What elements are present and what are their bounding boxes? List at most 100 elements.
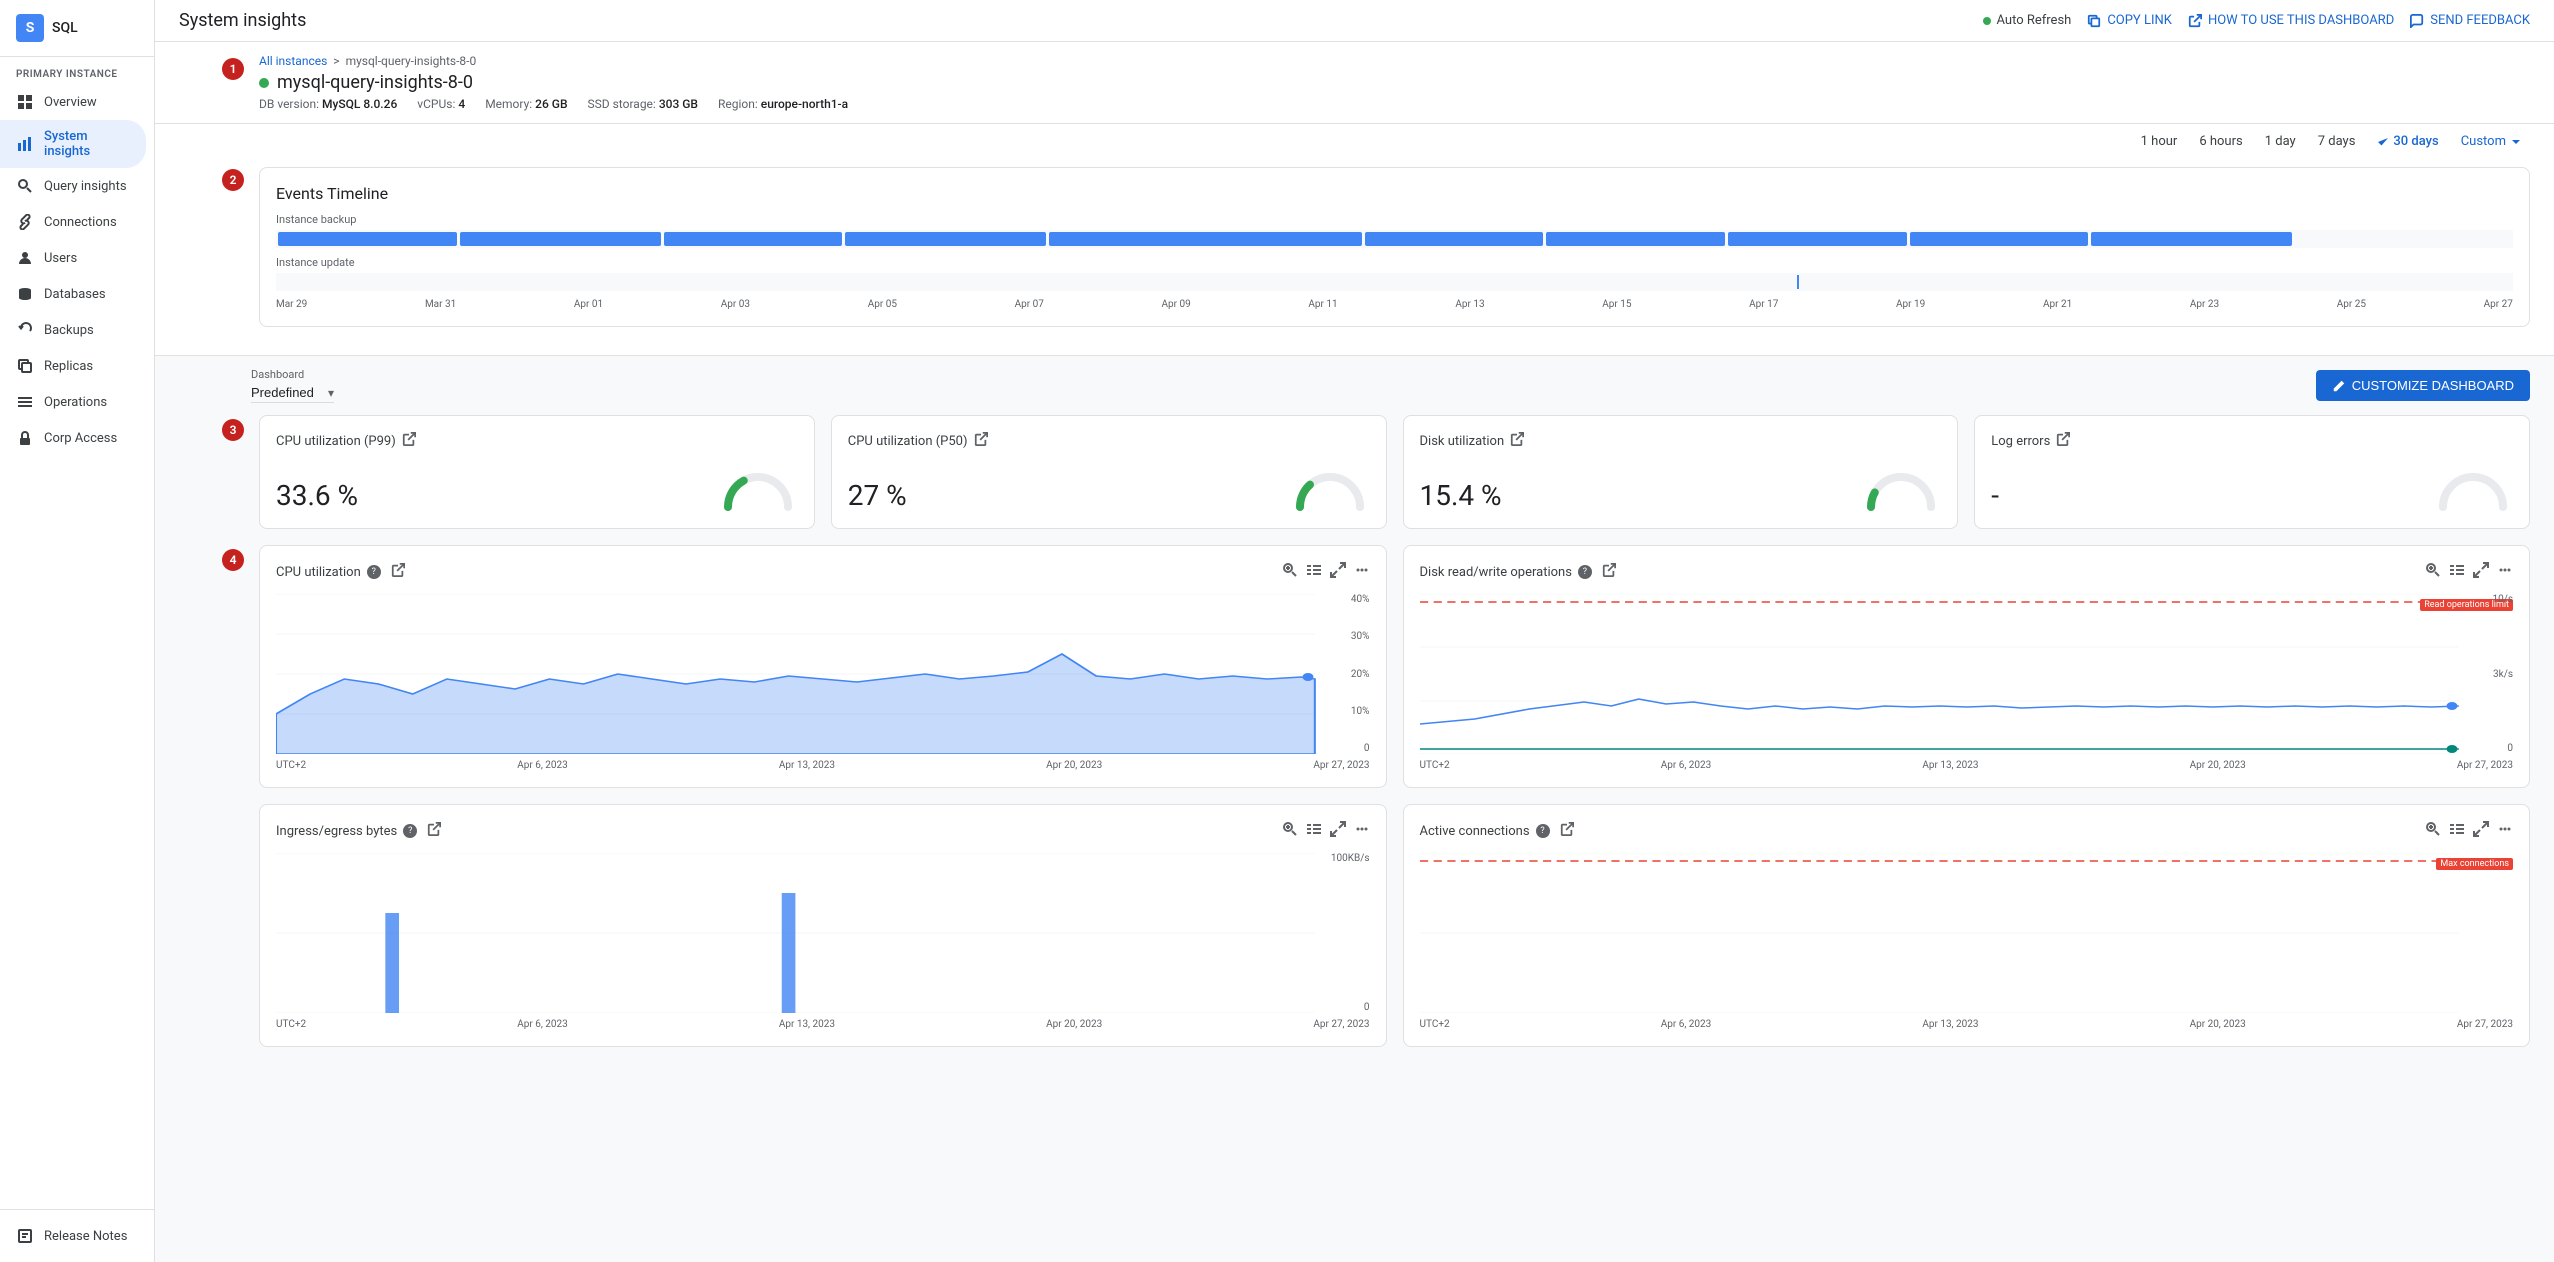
expand-icon[interactable]	[1330, 562, 1346, 582]
time-btn-custom[interactable]: Custom	[2453, 132, 2530, 151]
disk-x-apr13: Apr 13, 2023	[1922, 760, 1978, 771]
ingress-chart-info-icon[interactable]: ?	[403, 824, 417, 838]
chart-cpu-header: CPU utilization ?	[276, 562, 1370, 582]
connections-chart-info-icon[interactable]: ?	[1536, 824, 1550, 838]
sidebar-item-release-notes[interactable]: Release Notes	[0, 1218, 146, 1254]
logo-icon: S	[16, 14, 44, 42]
disk-share-icon2[interactable]	[1602, 563, 1616, 581]
ingress-x-apr20: Apr 20, 2023	[1046, 1019, 1102, 1030]
connections-share-icon[interactable]	[1560, 822, 1574, 840]
sidebar-item-connections[interactable]: Connections	[0, 204, 146, 240]
legend-icon-2[interactable]	[2449, 562, 2465, 582]
sidebar-item-backups[interactable]: Backups	[0, 312, 146, 348]
more-icon-3[interactable]	[1354, 821, 1370, 841]
disk-x-apr27: Apr 27, 2023	[2457, 760, 2513, 771]
sidebar-item-query-insights[interactable]: Query insights	[0, 168, 146, 204]
sidebar-label-release-notes: Release Notes	[44, 1229, 127, 1244]
log-errors-value: -	[1991, 479, 1999, 512]
conn-x-apr13: Apr 13, 2023	[1922, 1019, 1978, 1030]
pencil-icon	[2332, 379, 2346, 393]
cpu-chart-svg	[276, 594, 1370, 754]
disk-share-icon[interactable]	[1510, 432, 1524, 450]
step-1: 1	[222, 58, 244, 80]
app-logo: S SQL	[0, 0, 154, 57]
log-errors-gauge	[2433, 462, 2513, 512]
zoom-icon-3[interactable]	[1282, 821, 1298, 841]
disk-chart-info-icon[interactable]: ?	[1578, 565, 1592, 579]
sidebar-label-operations: Operations	[44, 395, 107, 410]
customize-btn-label: CUSTOMIZE DASHBOARD	[2352, 378, 2514, 393]
expand-icon-4[interactable]	[2473, 821, 2489, 841]
metric-card-cpu-p99-title: CPU utilization (P99)	[276, 432, 798, 450]
link-icon	[16, 213, 34, 231]
ingress-x-apr6: Apr 6, 2023	[517, 1019, 568, 1030]
more-icon[interactable]	[1354, 562, 1370, 582]
chart-cpu-title: CPU utilization ?	[276, 563, 405, 581]
sidebar-item-corp-access[interactable]: Corp Access	[0, 420, 146, 456]
topbar-actions: Auto Refresh COPY LINK HOW TO USE THIS D…	[1983, 13, 2531, 28]
axis-apr09: Apr 09	[1162, 299, 1191, 310]
cpu-x-apr13: Apr 13, 2023	[779, 760, 835, 771]
instance-meta: DB version: MySQL 8.0.26 vCPUs: 4 Memory…	[259, 97, 2530, 111]
cpu-p99-value: 33.6 %	[276, 479, 358, 512]
page-title: System insights	[179, 10, 306, 31]
disk-label: Disk utilization	[1420, 434, 1505, 449]
sidebar-item-databases[interactable]: Databases	[0, 276, 146, 312]
more-icon-4[interactable]	[2497, 821, 2513, 841]
main-content: System insights Auto Refresh COPY LINK H…	[155, 0, 2554, 1262]
cpu-chart-label: CPU utilization	[276, 565, 361, 580]
app-title: SQL	[52, 20, 78, 36]
ingress-share-icon[interactable]	[427, 822, 441, 840]
auto-refresh[interactable]: Auto Refresh	[1983, 13, 2072, 28]
region-label: Region: europe-north1-a	[718, 97, 848, 111]
breadcrumb-all-instances[interactable]: All instances	[259, 54, 327, 68]
chart-ingress-footer: UTC+2 Apr 6, 2023 Apr 13, 2023 Apr 20, 2…	[276, 1019, 1370, 1030]
zoom-icon-4[interactable]	[2425, 821, 2441, 841]
time-btn-1d[interactable]: 1 day	[2257, 132, 2304, 151]
sidebar-label-databases: Databases	[44, 287, 106, 302]
cpu-p99-share-icon[interactable]	[402, 432, 416, 450]
more-icon-2[interactable]	[2497, 562, 2513, 582]
legend-icon-4[interactable]	[2449, 821, 2465, 841]
connections-chart-label: Active connections	[1420, 824, 1530, 839]
sidebar-item-operations[interactable]: Operations	[0, 384, 146, 420]
expand-icon-2[interactable]	[2473, 562, 2489, 582]
time-btn-30d[interactable]: 30 days	[2369, 132, 2446, 151]
zoom-icon[interactable]	[1282, 562, 1298, 582]
cpu-p50-share-icon[interactable]	[974, 432, 988, 450]
copy-icon	[16, 357, 34, 375]
log-errors-share-icon[interactable]	[2056, 432, 2070, 450]
cpu-p50-label: CPU utilization (P50)	[848, 434, 968, 449]
cpu-chart-info-icon[interactable]: ?	[367, 565, 381, 579]
timeline-update-label: Instance update	[276, 256, 2513, 269]
zoom-icon-2[interactable]	[2425, 562, 2441, 582]
metric-card-log-errors-title: Log errors	[1991, 432, 2513, 450]
sidebar-item-system-insights[interactable]: System insights	[0, 120, 146, 168]
customize-dashboard-btn[interactable]: CUSTOMIZE DASHBOARD	[2316, 370, 2530, 401]
legend-icon[interactable]	[1306, 562, 1322, 582]
step-2: 2	[222, 169, 244, 191]
disk-x-apr20: Apr 20, 2023	[2190, 760, 2246, 771]
dashboard-select-wrap[interactable]: Predefined Custom ▾	[251, 383, 334, 403]
sidebar-item-overview[interactable]: Overview	[0, 84, 146, 120]
cpu-share-icon[interactable]	[391, 563, 405, 581]
charts-grid: CPU utilization ?	[259, 545, 2530, 1047]
expand-icon-3[interactable]	[1330, 821, 1346, 841]
sidebar-item-users[interactable]: Users	[0, 240, 146, 276]
how-to-use-btn[interactable]: HOW TO USE THIS DASHBOARD	[2188, 13, 2394, 28]
legend-icon-3[interactable]	[1306, 821, 1322, 841]
time-btn-7d[interactable]: 7 days	[2310, 132, 2364, 151]
topbar: System insights Auto Refresh COPY LINK H…	[155, 0, 2554, 42]
list-icon	[16, 393, 34, 411]
chart-cpu-utilization: CPU utilization ?	[259, 545, 1387, 788]
sidebar-item-replicas[interactable]: Replicas	[0, 348, 146, 384]
ingress-chart-label: Ingress/egress bytes	[276, 824, 397, 839]
dashboard-select[interactable]: Predefined Custom	[251, 383, 334, 403]
copy-link-btn[interactable]: COPY LINK	[2087, 13, 2172, 28]
dashboard-label: Dashboard	[251, 368, 334, 381]
send-feedback-btn[interactable]: SEND FEEDBACK	[2410, 13, 2530, 28]
time-btn-1h[interactable]: 1 hour	[2133, 132, 2186, 151]
ingress-x-apr27: Apr 27, 2023	[1313, 1019, 1369, 1030]
person-icon	[16, 249, 34, 267]
time-btn-6h[interactable]: 6 hours	[2191, 132, 2250, 151]
